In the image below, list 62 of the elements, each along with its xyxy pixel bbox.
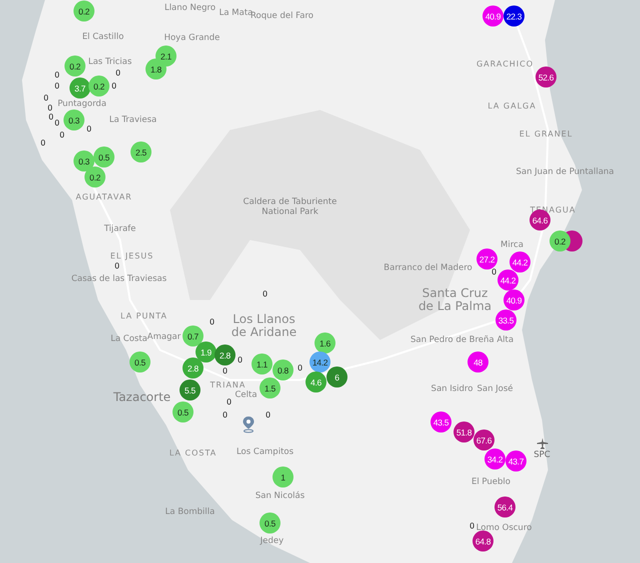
value-label: 0 (265, 410, 271, 420)
place-label: EL GRANEL (519, 130, 573, 138)
value-label: 0 (222, 410, 228, 420)
place-label: EL JESUS (110, 252, 154, 260)
place-label: Jedey (260, 536, 284, 546)
place-label: El Pueblo (472, 477, 510, 487)
place-label: LA GALGA (488, 102, 536, 110)
place-label: Santa Cruz de La Palma (417, 286, 493, 314)
place-label: El Castillo (82, 32, 124, 42)
place-label: Mirca (500, 240, 524, 250)
place-label: LA COSTA (169, 448, 217, 458)
value-label: 0 (491, 268, 497, 276)
place-label: Los Campitos (236, 447, 294, 457)
place-label: Tazacorte (113, 390, 171, 404)
place-label: Los Llanos de Aridane (230, 312, 298, 340)
place-label: San Isidro (431, 384, 473, 394)
value-label: 0 (237, 356, 243, 364)
value-label: 0 (59, 130, 65, 140)
value-label: 0 (111, 82, 117, 90)
place-label: San Juan de Puntallana (516, 167, 614, 177)
value-label: 0 (48, 112, 54, 122)
value-label: 0 (54, 118, 60, 128)
place-label: Puntagorda (58, 99, 106, 109)
value-label: 0 (115, 68, 121, 78)
airport-code: SPC (534, 450, 550, 460)
place-label: San Pedro de Breña Alta (410, 335, 514, 345)
place-label: Roque del Faro (250, 11, 314, 21)
place-label: GARACHICO (476, 60, 534, 68)
value-label: 0 (54, 82, 60, 90)
place-label: Las Tricias (88, 57, 132, 67)
place-label: Hoya Grande (164, 33, 220, 43)
value-label: 0 (54, 70, 60, 80)
place-label: Lomo Oscuro (476, 523, 532, 533)
place-label: TRIANA (210, 380, 246, 390)
place-label: Barranco del Madero (384, 263, 472, 273)
value-label: 0 (262, 290, 268, 298)
place-label: Llano Negro (164, 3, 216, 13)
airplane-icon (537, 438, 548, 449)
value-label: 0 (47, 104, 53, 112)
place-label: San José (476, 384, 514, 394)
place-label: Casas de las Traviesas (71, 274, 167, 284)
value-label: 0 (222, 366, 228, 376)
value-label: 0 (226, 398, 232, 406)
value-label: 0 (297, 364, 303, 372)
place-label: LA PUNTA (120, 312, 168, 320)
location-pin-icon (242, 416, 255, 433)
place-label: Amagar (147, 332, 181, 342)
value-label: 0 (86, 124, 92, 134)
place-label: Tijarafe (104, 224, 136, 234)
value-label: 0 (40, 138, 46, 148)
place-label: Celta (234, 390, 258, 400)
place-label: La Bombilla (165, 507, 215, 517)
place-label: Caldera de Taburiente National Park (242, 197, 338, 217)
value-label: 0 (469, 522, 475, 530)
place-label: La Traviesa (109, 115, 157, 125)
place-label: La Mata (219, 8, 253, 18)
value-label: 0 (43, 94, 49, 102)
place-label: San Nicolás (255, 491, 305, 501)
value-label: 0 (209, 318, 215, 326)
place-label: AGUATAVAR (76, 192, 132, 202)
place-label: La Costa (110, 334, 148, 344)
value-label: 0 (114, 262, 120, 270)
